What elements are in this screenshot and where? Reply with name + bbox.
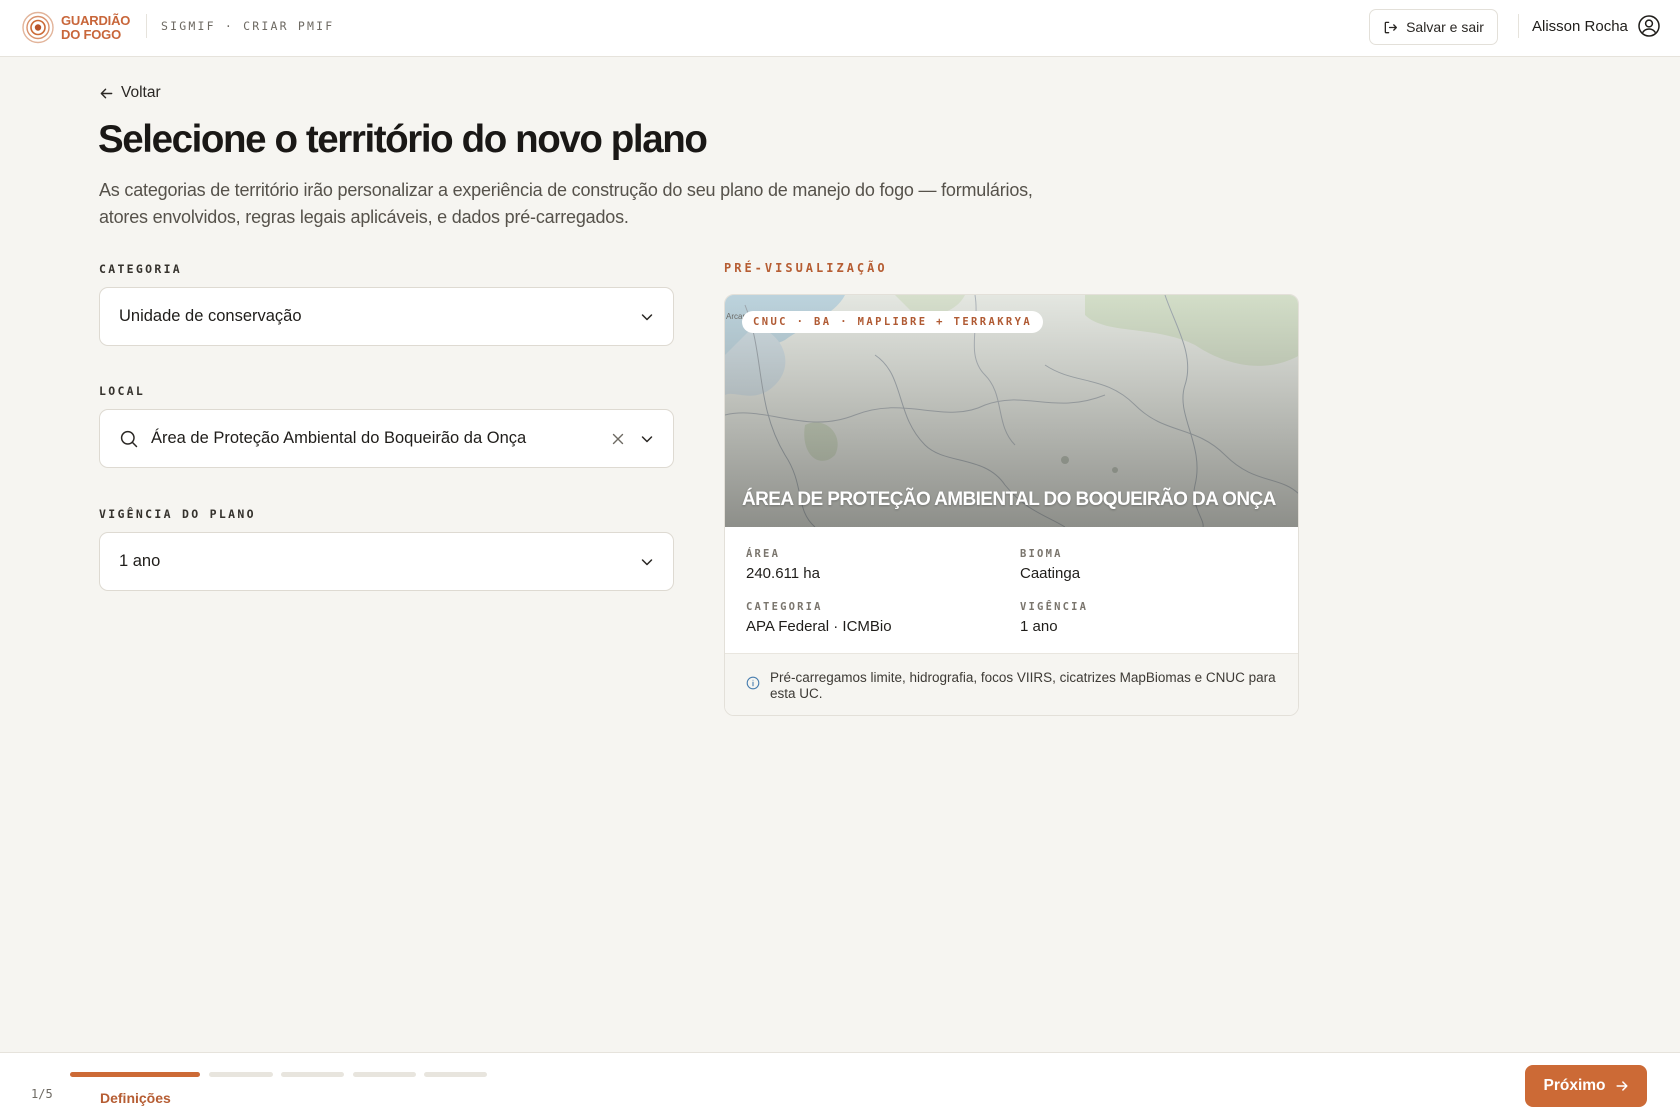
search-icon (120, 430, 138, 447)
stat-validity: VIGÊNCIA 1 ano (1020, 601, 1270, 635)
user-circle-icon (1638, 15, 1660, 37)
concentric-circles-logo-icon (22, 11, 54, 44)
progress-segment-4 (353, 1072, 416, 1077)
header-divider (146, 14, 147, 38)
step-counter: 1/5 (31, 1087, 53, 1101)
validity-select[interactable]: 1 ano (99, 532, 674, 591)
user-menu[interactable]: Alisson Rocha (1532, 14, 1661, 38)
stat-value: 240.611 ha (746, 565, 820, 582)
page-title: Selecione o território do novo plano (98, 118, 708, 161)
stat-key: CATEGORIA (746, 601, 823, 613)
validity-value: 1 ano (119, 552, 161, 570)
next-label: Próximo (1543, 1077, 1606, 1094)
chevron-down-icon (641, 435, 653, 442)
brand-line-1: GUARDIÃO (61, 12, 131, 28)
back-label: Voltar (121, 84, 161, 101)
save-and-exit-label: Salvar e sair (1406, 19, 1484, 35)
save-and-exit-button[interactable]: Salvar e sair (1369, 9, 1498, 45)
stat-category: CATEGORIA APA Federal · ICMBio (746, 601, 996, 635)
preload-notice: Pré-carregamos limite, hidrografia, foco… (725, 653, 1298, 715)
back-button[interactable]: Voltar (99, 84, 161, 102)
stat-biome: BIOMA Caatinga (1020, 548, 1270, 582)
map-source-tag: CNUC · BA · MAPLIBRE + TERRAKRYA (742, 311, 1044, 333)
territory-preview-card: Arcar CNUC · BA · MAPLIBRE + TERRAKRYA Á… (724, 294, 1299, 716)
chevron-down-icon (641, 313, 653, 320)
stat-value: 1 ano (1020, 618, 1058, 635)
local-label: LOCAL (99, 384, 146, 398)
category-select[interactable]: Unidade de conservação (99, 287, 674, 346)
category-label: CATEGORIA (99, 262, 183, 276)
local-value: Área de Proteção Ambiental do Boqueirão … (151, 429, 527, 447)
breadcrumb: SIGMIF · CRIAR PMIF (161, 19, 335, 33)
arrow-right-icon (1615, 1081, 1628, 1091)
current-step-name: Definições (100, 1090, 171, 1106)
preview-label: PRÉ-VISUALIZAÇÃO (724, 261, 888, 275)
progress-segment-1 (70, 1072, 200, 1077)
progress-segment-2 (209, 1072, 273, 1077)
brand-name: GUARDIÃO DO FOGO (61, 12, 131, 42)
next-button[interactable]: Próximo (1525, 1065, 1647, 1107)
close-icon[interactable] (611, 432, 625, 446)
stat-area: ÁREA 240.611 ha (746, 548, 996, 582)
logout-icon (1384, 21, 1398, 33)
info-icon (746, 676, 760, 690)
validity-label: VIGÊNCIA DO PLANO (99, 507, 256, 521)
stat-key: BIOMA (1020, 548, 1063, 560)
page-description: As categorias de território irão persona… (99, 180, 1033, 227)
header-divider (1518, 14, 1519, 38)
category-value: Unidade de conservação (119, 307, 302, 325)
top-bar: GUARDIÃO DO FOGO SIGMIF · CRIAR PMIF Sal… (0, 0, 1680, 57)
territory-map[interactable]: Arcar CNUC · BA · MAPLIBRE + TERRAKRYA Á… (725, 295, 1298, 527)
brand-line-2: DO FOGO (61, 26, 121, 42)
stat-value: APA Federal · ICMBio (746, 618, 892, 635)
territory-name: ÁREA DE PROTEÇÃO AMBIENTAL DO BOQUEIRÃO … (742, 489, 1276, 510)
stat-value: Caatinga (1020, 565, 1081, 582)
user-name: Alisson Rocha (1532, 17, 1628, 35)
arrow-left-icon (100, 88, 113, 98)
stat-key: VIGÊNCIA (1020, 601, 1089, 613)
progress-segment-5 (424, 1072, 487, 1077)
local-search-combobox[interactable]: Área de Proteção Ambiental do Boqueirão … (99, 409, 674, 468)
progress-segment-3 (281, 1072, 344, 1077)
preload-notice-text: Pré-carregamos limite, hidrografia, foco… (770, 670, 1276, 701)
chevron-down-icon (641, 558, 653, 565)
wizard-footer: 1/5 Definições Próximo (0, 1052, 1680, 1118)
brand-logo[interactable]: GUARDIÃO DO FOGO (22, 9, 130, 46)
stat-key: ÁREA (746, 548, 781, 560)
